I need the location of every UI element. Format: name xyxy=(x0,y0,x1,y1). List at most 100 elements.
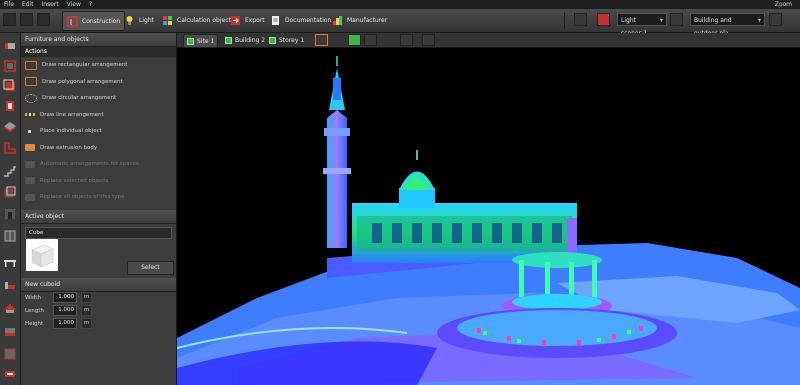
new-file-icon[interactable] xyxy=(3,13,16,26)
3d-viewport[interactable] xyxy=(177,48,800,385)
action-line[interactable]: Draw line arrangement xyxy=(21,107,176,124)
action-label: Draw extrusion body xyxy=(40,144,98,151)
box-tool-icon[interactable] xyxy=(3,185,17,199)
action-replace-selected[interactable]: Replace selected objects xyxy=(21,173,176,190)
3d-view-icon[interactable] xyxy=(348,34,361,46)
active-object-header: Active object xyxy=(21,209,176,224)
tab-building[interactable]: Building 2 xyxy=(222,34,268,46)
stairs-tool-icon[interactable] xyxy=(3,163,17,177)
document-icon xyxy=(272,15,279,25)
roof-tool-icon[interactable] xyxy=(3,301,17,315)
false-color-rendering xyxy=(177,48,800,385)
left-tool-bar xyxy=(0,33,21,385)
menu-view[interactable]: View xyxy=(67,1,81,8)
layout-toggle-icon[interactable] xyxy=(574,13,587,26)
floor-tool-icon[interactable] xyxy=(3,119,17,133)
replace-icon xyxy=(25,177,35,185)
height-unit: m xyxy=(81,318,92,329)
manufacturer-tab[interactable]: Manufacturer xyxy=(328,12,391,28)
width-field: Width 1.000 m xyxy=(25,292,92,303)
measure-tool-icon[interactable] xyxy=(3,367,17,381)
window-tool-icon[interactable] xyxy=(3,229,17,243)
zoom-label[interactable]: Zoom xyxy=(775,0,792,9)
menu-bar: File Edit Insert View ? Zoom xyxy=(0,0,800,9)
tab-storey-label: Storey 1 xyxy=(279,36,305,44)
plan-view-icon[interactable] xyxy=(364,34,377,46)
terrain-tool-icon[interactable] xyxy=(3,325,17,339)
polygon-arrangement-icon xyxy=(25,77,37,87)
width-unit: m xyxy=(81,292,92,303)
redo-icon[interactable] xyxy=(37,13,50,26)
menu-edit[interactable]: Edit xyxy=(22,1,34,8)
menu-help[interactable]: ? xyxy=(89,1,92,8)
length-label: Length xyxy=(25,307,44,314)
width-input[interactable]: 1.000 xyxy=(53,292,77,303)
circle-arrangement-icon xyxy=(25,93,37,103)
calculation-grid-icon xyxy=(163,15,172,25)
action-circular[interactable]: Draw circular arrangement xyxy=(21,90,176,107)
axis-view-icon[interactable] xyxy=(315,34,328,46)
camera-icon[interactable] xyxy=(422,34,435,46)
stop-icon[interactable] xyxy=(597,13,610,26)
construction-label: Construction xyxy=(82,17,121,25)
manufacturer-icon xyxy=(333,15,342,25)
new-cuboid-header: New cuboid xyxy=(21,278,176,292)
wall-tool-icon[interactable] xyxy=(3,39,17,53)
length-input[interactable]: 1.000 xyxy=(53,305,77,316)
opening-tool-icon[interactable] xyxy=(3,207,17,221)
lamp-icon xyxy=(126,15,133,25)
action-label: Replace selected objects xyxy=(40,177,109,184)
length-unit: m xyxy=(81,305,92,316)
height-field: Height 1.000 m xyxy=(25,318,92,329)
undo-icon[interactable] xyxy=(20,13,33,26)
extrusion-icon xyxy=(25,144,35,152)
action-label: Draw circular arrangement xyxy=(42,95,117,102)
view-mode-dropdown[interactable]: Building and outdoor pla... xyxy=(690,13,765,37)
action-polygonal[interactable]: Draw polygonal arrangement xyxy=(21,74,176,91)
action-label: Place individual object xyxy=(40,128,102,135)
documentation-tab[interactable]: Documentation xyxy=(266,12,335,28)
toolbar-divider xyxy=(564,12,565,29)
width-label: Width xyxy=(25,294,41,301)
action-label: Automatic arrangements for spaces xyxy=(40,161,139,168)
tab-storey[interactable]: Storey 1 xyxy=(266,34,307,46)
light-scenes-dropdown[interactable]: Light scenes 1 xyxy=(617,13,667,37)
extrude-tool-icon[interactable] xyxy=(3,347,17,361)
cube-preview-icon xyxy=(26,239,58,271)
lshape-tool-icon[interactable] xyxy=(3,141,17,155)
settings-icon[interactable] xyxy=(769,13,782,26)
cube-tool-icon[interactable] xyxy=(3,79,17,93)
main-toolbar: Construction Light Calculation objects E… xyxy=(0,9,800,37)
action-label: Replace all objects of this type xyxy=(40,194,125,201)
export-tab[interactable]: Export xyxy=(226,12,269,28)
construction-tab[interactable]: Construction xyxy=(62,11,126,31)
menu-insert[interactable]: Insert xyxy=(42,1,59,8)
height-input[interactable]: 1.000 xyxy=(53,318,77,329)
manufacturer-label: Manufacturer xyxy=(347,16,388,24)
tab-site[interactable]: Site 1 xyxy=(183,34,219,48)
action-replace-all[interactable]: Replace all objects of this type xyxy=(21,189,176,206)
action-rectangular[interactable]: Draw rectangular arrangement xyxy=(21,57,176,74)
select-button[interactable]: Select xyxy=(127,261,174,275)
action-extrusion[interactable]: Draw extrusion body xyxy=(21,140,176,157)
rect-arrangement-icon xyxy=(25,60,37,70)
length-field: Length 1.000 m xyxy=(25,305,92,316)
table-tool-icon[interactable] xyxy=(3,255,17,269)
storey-icon xyxy=(269,36,276,44)
auto-arrange-icon xyxy=(25,160,35,168)
line-arrangement-icon xyxy=(25,113,35,117)
room-tool-icon[interactable] xyxy=(3,59,17,73)
monitor-icon[interactable] xyxy=(670,13,683,26)
column-tool-icon[interactable] xyxy=(3,99,17,113)
furniture-tool-icon[interactable] xyxy=(3,279,17,293)
action-label: Draw rectangular arrangement xyxy=(42,62,128,69)
action-automatic[interactable]: Automatic arrangements for spaces xyxy=(21,156,176,173)
light-tab[interactable]: Light xyxy=(120,12,158,28)
action-individual[interactable]: Place individual object xyxy=(21,123,176,140)
active-object-name[interactable]: Cube xyxy=(25,226,172,239)
replace-all-icon xyxy=(25,193,35,201)
site-icon xyxy=(187,37,194,45)
fit-view-icon[interactable] xyxy=(400,34,413,46)
tab-site-label: Site 1 xyxy=(197,37,215,45)
menu-file[interactable]: File xyxy=(4,1,14,8)
